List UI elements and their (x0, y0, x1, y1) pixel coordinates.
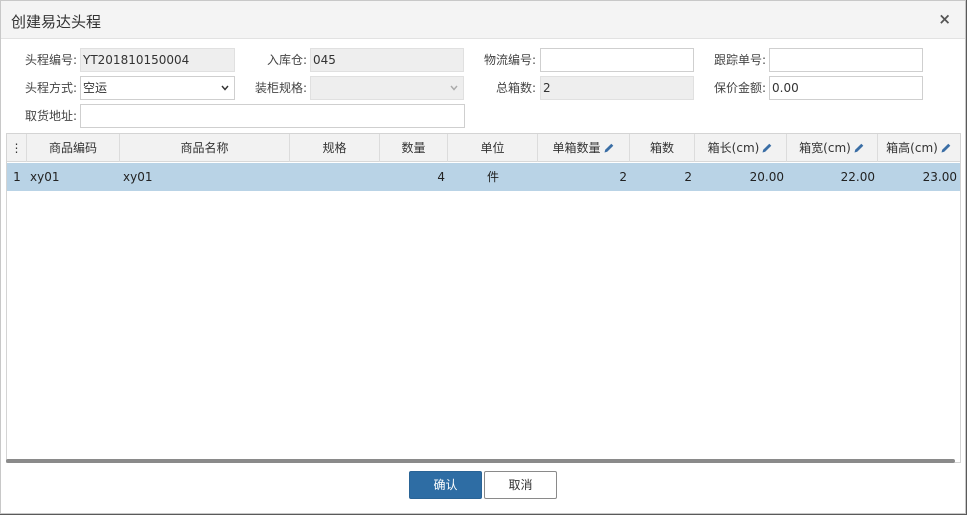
dialog-title: 创建易达头程 (11, 13, 102, 31)
logistics-no-field[interactable] (540, 48, 694, 72)
cell-code: xy01 (30, 170, 60, 184)
pencil-icon (941, 143, 951, 153)
column-header-per-box[interactable]: 单箱数量 (538, 134, 630, 162)
pencil-icon (854, 143, 864, 153)
grid-header: ⋮ 商品编码 商品名称 规格 数量 单位 单箱数量 箱数 箱长(cm) 箱宽(c… (7, 134, 960, 162)
dialog-titlebar: 创建易达头程 × (1, 1, 965, 39)
total-boxes-field[interactable]: 2 (540, 76, 694, 100)
warehouse-field[interactable]: 045 (310, 48, 464, 72)
tracking-no-label: 跟踪单号: (713, 53, 766, 67)
warehouse-label: 入库仓: (266, 53, 307, 67)
method-label: 头程方式: (24, 81, 77, 95)
total-boxes-label: 总箱数: (495, 81, 536, 95)
cell-boxes: 2 (684, 170, 692, 184)
method-select[interactable]: 空运 (80, 76, 235, 100)
head-no-label: 头程编号: (24, 53, 77, 67)
insured-amount-field[interactable]: 0.00 (769, 76, 923, 100)
chevron-down-icon (221, 85, 229, 91)
chevron-down-icon (450, 85, 458, 91)
table-row[interactable]: 1 xy01 xy01 4 件 2 2 20.00 22.00 23.00 (7, 163, 960, 191)
cell-spec (290, 163, 380, 191)
column-header-width[interactable]: 箱宽(cm) (787, 134, 878, 162)
cell-height[interactable]: 23.00 (878, 163, 960, 191)
pickup-address-label: 取货地址: (24, 109, 77, 123)
container-spec-select[interactable] (310, 76, 464, 100)
create-head-dialog: 创建易达头程 × 头程编号: YT201810150004 入库仓: 045 物… (0, 0, 966, 514)
method-selected-value: 空运 (83, 81, 108, 95)
insured-amount-label: 保价金额: (713, 81, 766, 95)
pickup-address-field[interactable] (80, 104, 465, 128)
cell-name: xy01 (123, 170, 153, 184)
pencil-icon (762, 143, 772, 153)
cancel-button[interactable]: 取消 (484, 471, 557, 499)
row-index: 1 (13, 170, 21, 184)
pencil-icon (604, 143, 613, 153)
cell-width[interactable]: 22.00 (787, 163, 878, 191)
column-header-height[interactable]: 箱高(cm) (878, 134, 960, 162)
column-header-code[interactable]: 商品编码 (27, 134, 120, 162)
confirm-button[interactable]: 确认 (409, 471, 482, 499)
logistics-no-label: 物流编号: (483, 53, 536, 67)
container-spec-label: 装柜规格: (254, 81, 307, 95)
head-no-field[interactable]: YT201810150004 (80, 48, 235, 72)
column-header-unit[interactable]: 单位 (448, 134, 538, 162)
column-header-boxes[interactable]: 箱数 (630, 134, 695, 162)
cell-unit: 件 (486, 170, 499, 184)
cell-qty: 4 (437, 170, 445, 184)
column-header-spec[interactable]: 规格 (290, 134, 380, 162)
grid-horizontal-scrollbar[interactable] (6, 459, 955, 463)
column-header-length[interactable]: 箱长(cm) (695, 134, 787, 162)
column-header-name[interactable]: 商品名称 (120, 134, 290, 162)
cell-length[interactable]: 20.00 (695, 163, 787, 191)
goods-grid: ⋮ 商品编码 商品名称 规格 数量 单位 单箱数量 箱数 箱长(cm) 箱宽(c… (6, 133, 961, 463)
column-header-qty[interactable]: 数量 (380, 134, 448, 162)
close-icon[interactable]: × (938, 11, 951, 27)
grid-menu-icon[interactable]: ⋮ (7, 134, 27, 162)
tracking-no-field[interactable] (769, 48, 923, 72)
cell-per-box[interactable]: 2 (538, 163, 630, 191)
